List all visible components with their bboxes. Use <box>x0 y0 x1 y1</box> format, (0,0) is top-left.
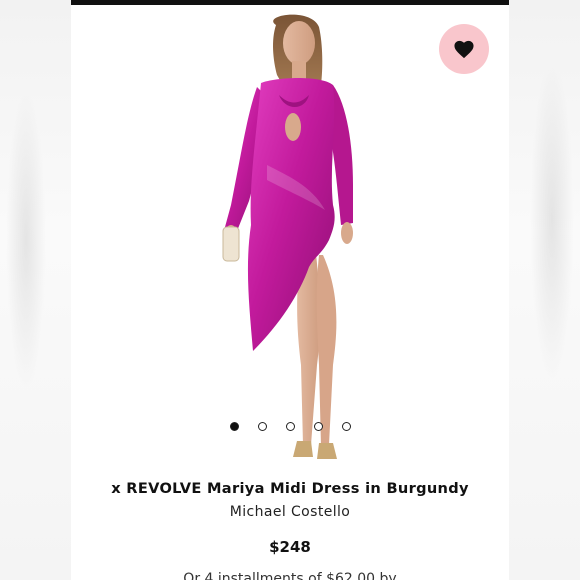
product-card: x REVOLVE Mariya Midi Dress in Burgundy … <box>71 0 509 580</box>
neck <box>292 61 306 79</box>
dress-cutout <box>285 113 301 141</box>
heart-icon <box>454 40 474 59</box>
carousel-indicators <box>71 422 509 434</box>
clutch-bag <box>222 226 240 262</box>
right-sandal <box>317 443 337 459</box>
right-hand <box>341 222 353 244</box>
carousel-dot-2[interactable] <box>258 422 267 431</box>
product-title: x REVOLVE Mariya Midi Dress in Burgundy <box>111 480 469 497</box>
product-brand[interactable]: Michael Costello <box>71 504 509 520</box>
carousel-dot-4[interactable] <box>314 422 323 431</box>
right-leg <box>316 255 337 447</box>
carousel-dot-5[interactable] <box>342 422 351 431</box>
installments-text: Or 4 installments of $62.00 by <box>183 571 397 580</box>
face <box>283 21 315 65</box>
blurred-right-panel <box>509 0 580 580</box>
screenshot-stage: x REVOLVE Mariya Midi Dress in Burgundy … <box>0 0 580 580</box>
product-price: $248 <box>269 538 311 556</box>
favorite-button[interactable] <box>439 24 489 74</box>
carousel-dot-3[interactable] <box>286 422 295 431</box>
product-image[interactable] <box>71 5 509 470</box>
carousel-dot-1[interactable] <box>230 422 239 431</box>
left-sandal <box>293 441 313 457</box>
blurred-left-panel <box>0 0 71 580</box>
